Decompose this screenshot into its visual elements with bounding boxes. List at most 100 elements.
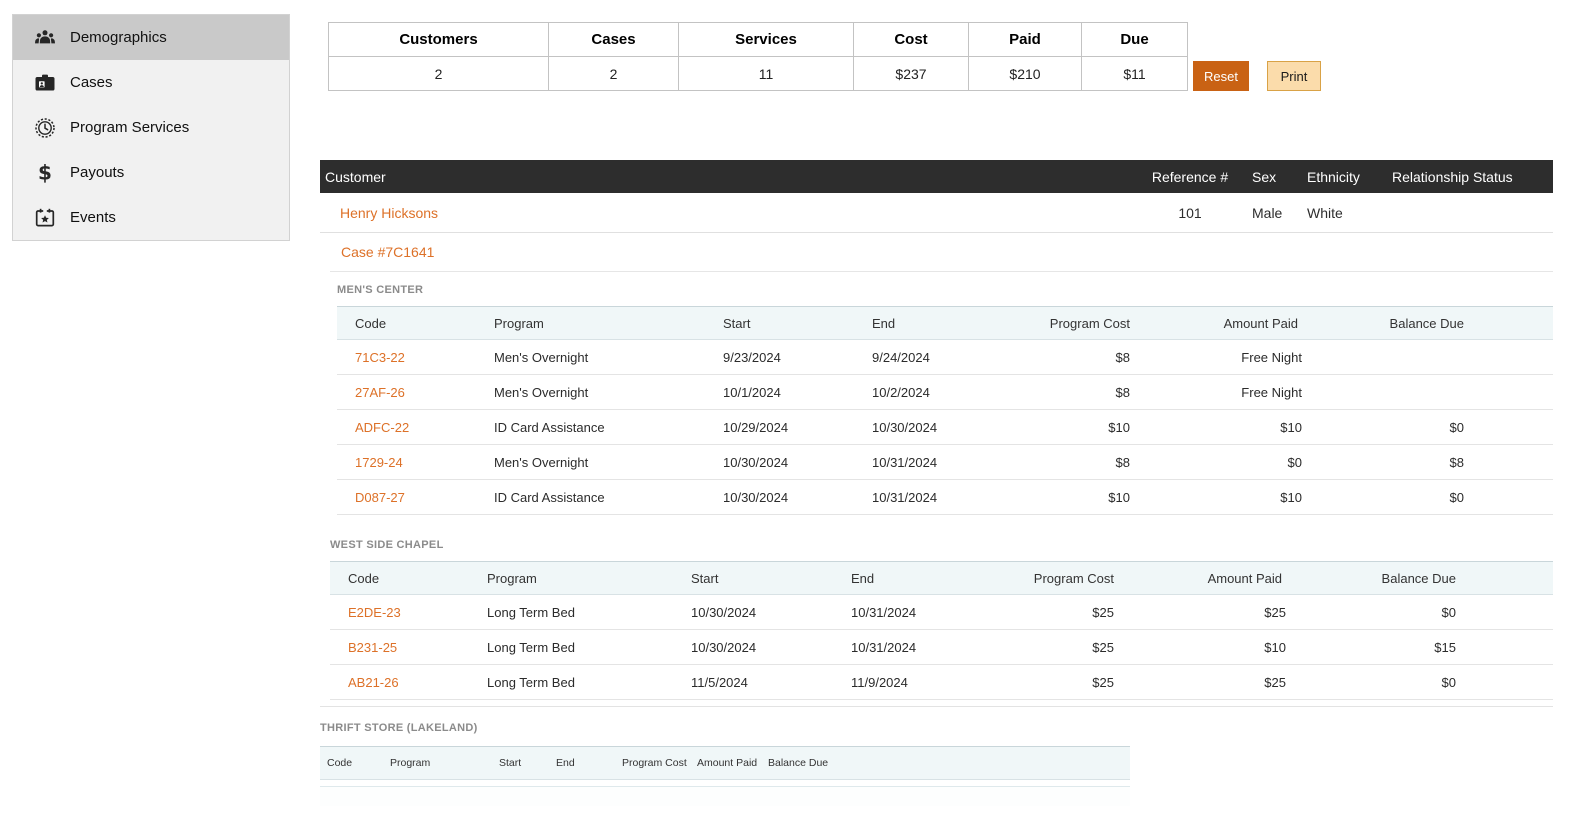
service-cost-value: $10 <box>1000 420 1138 435</box>
service-col-end: End <box>872 316 1000 331</box>
service-end-value: 9/24/2024 <box>872 350 1000 365</box>
service-start-value: 10/30/2024 <box>723 490 872 505</box>
service-col-start: Start <box>499 757 556 769</box>
service-cost-value: $10 <box>1000 490 1138 505</box>
service-col-end: End <box>556 757 622 769</box>
service-program-value: Men's Overnight <box>494 350 723 365</box>
service-paid-value: $25 <box>1122 675 1294 690</box>
ethnicity-column-header: Ethnicity <box>1307 169 1387 185</box>
customer-detail-panel: Customer Reference # Sex Ethnicity Relat… <box>320 160 1553 806</box>
service-cost-value: $25 <box>985 605 1122 620</box>
service-row: 1729-24Men's Overnight10/30/202410/31/20… <box>337 445 1553 480</box>
case-panel: Case #7C1641 MEN'S CENTER CodeProgramSta… <box>330 233 1553 700</box>
service-cost-value: $8 <box>1000 385 1138 400</box>
service-paid-value: $25 <box>1122 605 1294 620</box>
print-button[interactable]: Print <box>1267 61 1321 91</box>
sex-column-header: Sex <box>1252 169 1312 185</box>
service-end-value: 10/31/2024 <box>872 455 1000 470</box>
svg-text:$: $ <box>38 161 52 185</box>
summary-value-cost: $237 <box>854 57 969 90</box>
service-col-amount-paid: Amount Paid <box>1122 571 1294 586</box>
service-cost-value: $25 <box>985 640 1122 655</box>
service-col-amount-paid: Amount Paid <box>697 757 768 769</box>
service-table-header: CodeProgramStartEndProgram CostAmount Pa… <box>337 306 1553 340</box>
service-start-value: 11/5/2024 <box>691 675 851 690</box>
customer-row: Henry Hicksons 101 Male White <box>320 193 1553 233</box>
service-row: E2DE-23Long Term Bed10/30/202410/31/2024… <box>330 595 1553 630</box>
service-col-end: End <box>851 571 985 586</box>
sidebar-item-label: Cases <box>70 74 113 91</box>
service-code-link[interactable]: ADFC-22 <box>337 420 494 435</box>
service-end-value: 10/31/2024 <box>851 640 985 655</box>
service-due-value: $0 <box>1294 605 1464 620</box>
service-code-link[interactable]: 27AF-26 <box>337 385 494 400</box>
service-end-value: 10/30/2024 <box>872 420 1000 435</box>
service-col-code: Code <box>337 316 494 331</box>
cutoff-partial-row <box>320 786 1130 806</box>
service-row: D087-27ID Card Assistance10/30/202410/31… <box>337 480 1553 515</box>
summary-header-due: Due <box>1082 23 1187 57</box>
service-col-program-cost: Program Cost <box>622 757 697 769</box>
customer-sex-value: Male <box>1252 205 1312 221</box>
service-col-amount-paid: Amount Paid <box>1138 316 1310 331</box>
section-west-side-chapel: WEST SIDE CHAPEL CodeProgramStartEndProg… <box>330 515 1553 700</box>
service-code-link[interactable]: AB21-26 <box>330 675 487 690</box>
service-table: CodeProgramStartEndProgram CostAmount Pa… <box>337 306 1553 515</box>
service-col-program: Program <box>487 571 691 586</box>
customer-column-header: Customer <box>320 169 386 185</box>
service-end-value: 10/31/2024 <box>872 490 1000 505</box>
section-mens-center: MEN'S CENTER CodeProgramStartEndProgram … <box>337 272 1553 515</box>
service-code-link[interactable]: E2DE-23 <box>330 605 487 620</box>
service-program-value: Men's Overnight <box>494 455 723 470</box>
service-col-program-cost: Program Cost <box>985 571 1122 586</box>
summary-value-due: $11 <box>1082 57 1187 90</box>
sidebar-item-demographics[interactable]: Demographics <box>13 15 289 60</box>
service-code-link[interactable]: 1729-24 <box>337 455 494 470</box>
summary-header-customers: Customers <box>329 23 549 57</box>
service-paid-value: $10 <box>1138 490 1310 505</box>
service-start-value: 9/23/2024 <box>723 350 872 365</box>
sidebar-item-program-services[interactable]: Program Services <box>13 105 289 150</box>
customer-table-header: Customer Reference # Sex Ethnicity Relat… <box>320 160 1553 193</box>
service-start-value: 10/1/2024 <box>723 385 872 400</box>
service-row: 71C3-22Men's Overnight9/23/20249/24/2024… <box>337 340 1553 375</box>
service-program-value: Men's Overnight <box>494 385 723 400</box>
service-row: ADFC-22ID Card Assistance10/29/202410/30… <box>337 410 1553 445</box>
service-program-value: Long Term Bed <box>487 605 691 620</box>
service-col-code: Code <box>330 571 487 586</box>
service-start-value: 10/30/2024 <box>691 640 851 655</box>
service-cost-value: $8 <box>1000 350 1138 365</box>
service-paid-value: $10 <box>1122 640 1294 655</box>
section-title: WEST SIDE CHAPEL <box>330 539 1553 551</box>
summary-table: CustomersCasesServicesCostPaidDue2211$23… <box>328 22 1188 91</box>
sidebar-item-label: Demographics <box>70 29 167 46</box>
service-end-value: 10/31/2024 <box>851 605 985 620</box>
people-icon <box>32 25 58 51</box>
service-end-value: 11/9/2024 <box>851 675 985 690</box>
service-due-value: $0 <box>1310 420 1472 435</box>
summary-header-services: Services <box>679 23 854 57</box>
sidebar-item-cases[interactable]: Cases <box>13 60 289 105</box>
sidebar-item-payouts[interactable]: $Payouts <box>13 150 289 195</box>
service-col-balance-due: Balance Due <box>768 757 878 769</box>
customer-reference-value: 101 <box>1130 205 1250 221</box>
customer-name-link[interactable]: Henry Hicksons <box>320 205 438 221</box>
service-paid-value: $10 <box>1138 420 1310 435</box>
calendar-star-icon <box>32 205 58 231</box>
service-cost-value: $25 <box>985 675 1122 690</box>
service-program-value: Long Term Bed <box>487 640 691 655</box>
service-code-link[interactable]: 71C3-22 <box>337 350 494 365</box>
case-link[interactable]: Case #7C1641 <box>330 244 434 260</box>
service-col-start: Start <box>691 571 851 586</box>
sidebar-item-events[interactable]: Events <box>13 195 289 240</box>
sidebar-item-label: Events <box>70 209 116 226</box>
reset-button[interactable]: Reset <box>1193 61 1249 91</box>
service-program-value: ID Card Assistance <box>494 490 723 505</box>
service-code-link[interactable]: D087-27 <box>337 490 494 505</box>
service-col-balance-due: Balance Due <box>1294 571 1464 586</box>
service-paid-value: Free Night <box>1138 350 1310 365</box>
sidebar-item-label: Program Services <box>70 119 189 136</box>
sidebar: Demographics Cases Program Services $Payout… <box>12 14 290 241</box>
service-code-link[interactable]: B231-25 <box>330 640 487 655</box>
summary-header-paid: Paid <box>969 23 1082 57</box>
